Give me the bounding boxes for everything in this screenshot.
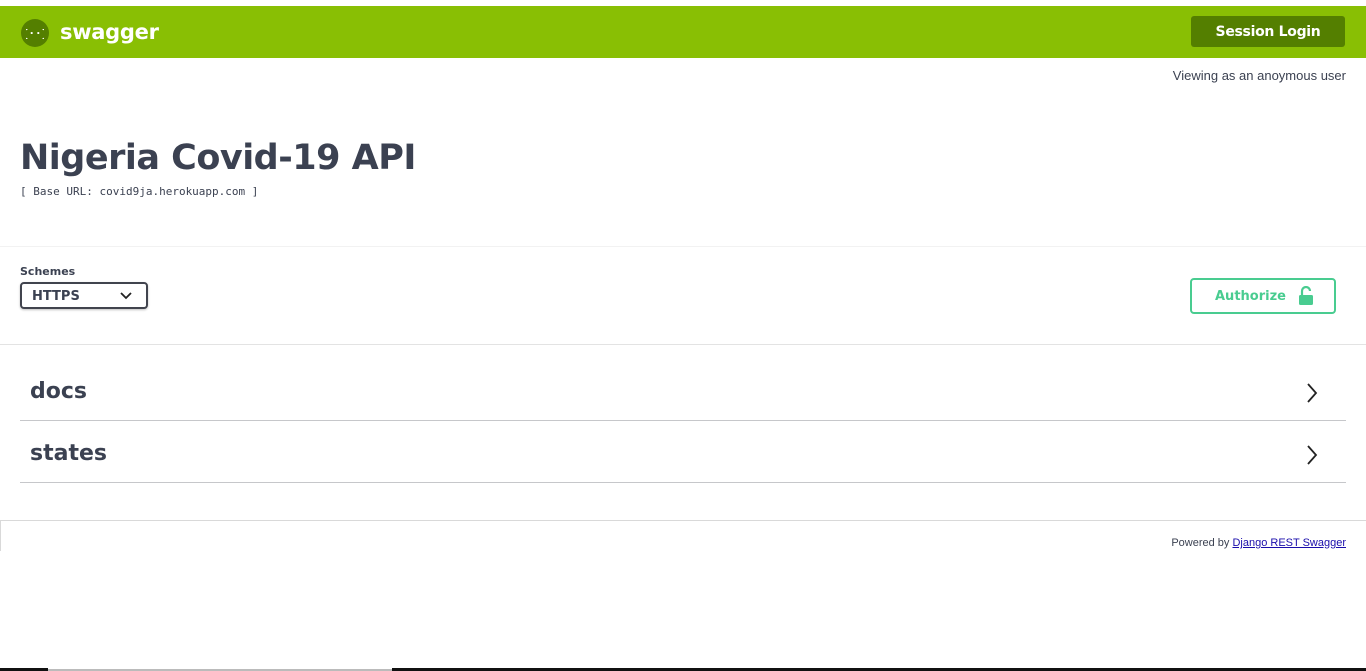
tag-name: docs [30, 379, 87, 404]
base-url-text: [ Base URL: covid9ja.herokuapp.com ] [20, 185, 259, 198]
authorize-label: Authorize [1215, 289, 1286, 304]
schemes-selected-value: HTTPS [32, 289, 80, 304]
swagger-logo-text[interactable]: swagger [60, 20, 159, 44]
django-rest-swagger-link[interactable]: Django REST Swagger [1232, 537, 1346, 549]
chevron-right-icon[interactable] [1306, 383, 1318, 403]
tag-row-states[interactable]: states [20, 422, 1346, 483]
viewing-status-text: Viewing as an anoymous user [1172, 68, 1346, 83]
tag-name: states [30, 441, 107, 466]
session-login-button[interactable]: Session Login [1191, 16, 1345, 47]
unlocked-padlock-icon [1299, 286, 1313, 305]
schemes-label: Schemes [20, 265, 76, 278]
section-divider [0, 344, 1366, 345]
divider [0, 246, 1366, 247]
powered-by-prefix: Powered by [1171, 537, 1230, 549]
authorize-button[interactable]: Authorize [1190, 278, 1336, 314]
footer [0, 520, 1366, 551]
chevron-down-icon [120, 292, 132, 300]
chevron-right-icon[interactable] [1306, 445, 1318, 465]
top-bar: {··} swagger Session Login [0, 6, 1366, 58]
page-title: Nigeria Covid-19 API [20, 138, 416, 178]
tag-row-docs[interactable]: docs [20, 360, 1346, 421]
svg-text:{··}: {··} [26, 27, 44, 40]
swagger-logo-icon[interactable]: {··} [21, 19, 49, 47]
schemes-select[interactable]: HTTPS [20, 282, 148, 309]
powered-by-text: Powered by Django REST Swagger [1171, 537, 1346, 549]
